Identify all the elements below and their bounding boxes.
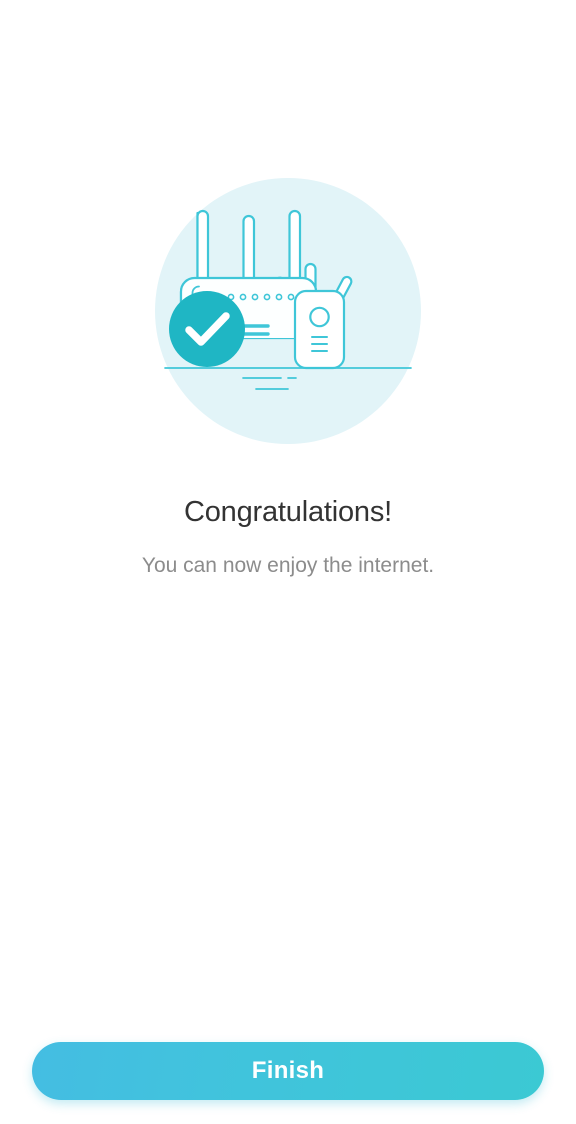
finish-button[interactable]: Finish [32, 1042, 544, 1100]
success-check-badge [169, 291, 245, 367]
router-extender-success-icon [155, 178, 421, 444]
setup-complete-screen: Congratulations! You can now enjoy the i… [0, 0, 576, 1124]
footer-action-bar: Finish [0, 1028, 576, 1124]
page-title: Congratulations! [184, 496, 392, 528]
page-subtitle: You can now enjoy the internet. [141, 554, 435, 577]
illustration-container [0, 178, 576, 444]
